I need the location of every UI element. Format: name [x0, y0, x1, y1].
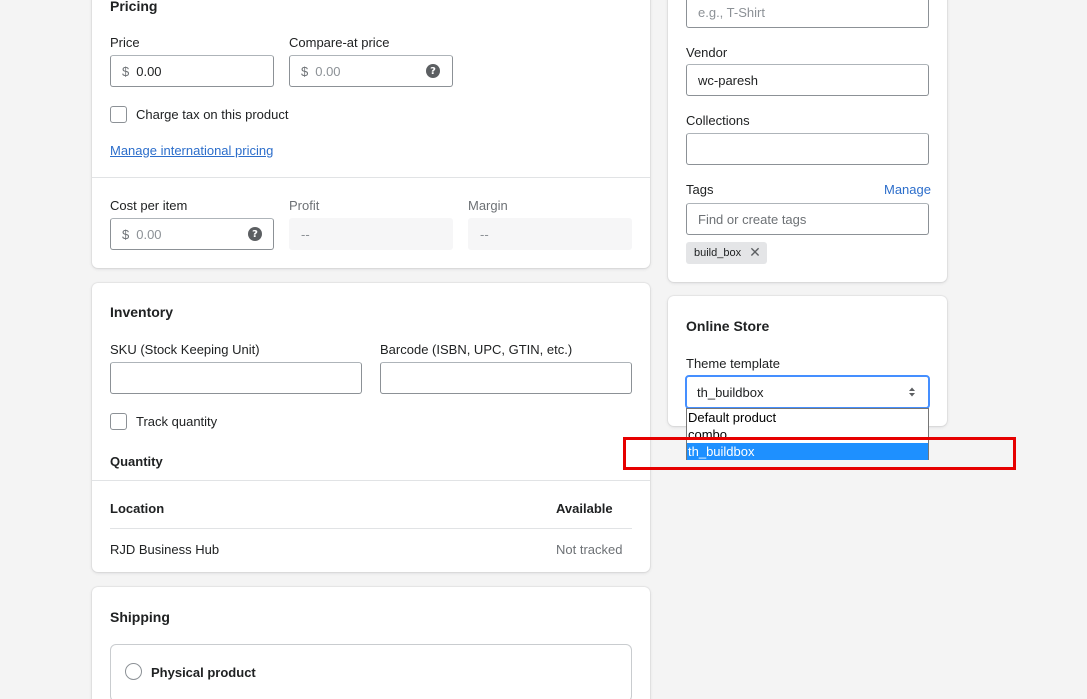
tag-label: build_box [694, 247, 742, 259]
vendor-input[interactable]: wc-paresh [686, 64, 929, 96]
product-type-input[interactable]: e.g., T-Shirt [686, 0, 929, 28]
compare-price-placeholder: 0.00 [315, 63, 341, 79]
highlight-annotation-box [623, 437, 1016, 470]
sku-input[interactable] [110, 362, 362, 394]
vendor-label: Vendor [686, 45, 728, 60]
shipping-title: Shipping [110, 609, 170, 625]
theme-template-label: Theme template [686, 356, 780, 371]
theme-template-select[interactable]: th_buildbox [685, 375, 930, 409]
quantity-title: Quantity [110, 454, 163, 469]
margin-value: -- [480, 226, 489, 242]
price-value: 0.00 [136, 63, 162, 79]
location-header: Location [110, 501, 165, 516]
physical-product-radio[interactable] [125, 663, 142, 680]
online-store-title: Online Store [686, 318, 770, 334]
profit-value: -- [301, 226, 310, 242]
tag-remove-icon[interactable]: ✕ [749, 245, 761, 261]
compare-price-currency: $ [301, 63, 309, 79]
select-arrows-icon [909, 387, 915, 397]
price-input[interactable]: $ 0.00 [110, 55, 274, 87]
location-available: Not tracked [556, 542, 623, 557]
compare-price-help-icon[interactable]: ? [426, 64, 440, 78]
pricing-divider [92, 177, 650, 178]
tag-chip: build_box ✕ [686, 242, 767, 264]
theme-option-default[interactable]: Default product [687, 409, 928, 426]
cost-placeholder: 0.00 [136, 226, 162, 242]
profit-field: -- [289, 218, 453, 250]
available-header: Available [556, 501, 613, 516]
compare-price-label: Compare-at price [289, 35, 390, 50]
tags-placeholder: Find or create tags [698, 211, 807, 227]
location-name: RJD Business Hub [110, 542, 220, 557]
tags-label: Tags [686, 182, 714, 197]
manage-international-pricing-link[interactable]: Manage international pricing [110, 143, 273, 158]
product-type-placeholder: e.g., T-Shirt [698, 4, 765, 20]
quantity-divider [92, 480, 650, 481]
margin-field: -- [468, 218, 632, 250]
price-label: Price [110, 35, 140, 50]
theme-template-selected: th_buildbox [697, 384, 764, 400]
sku-label: SKU (Stock Keeping Unit) [110, 342, 260, 357]
margin-label: Margin [468, 198, 508, 213]
vendor-value: wc-paresh [698, 72, 758, 88]
profit-label: Profit [289, 198, 320, 213]
pricing-title: Pricing [110, 0, 158, 14]
barcode-label: Barcode (ISBN, UPC, GTIN, etc.) [380, 342, 573, 357]
price-currency: $ [122, 63, 130, 79]
barcode-input[interactable] [380, 362, 632, 394]
physical-product-label: Physical product [151, 665, 256, 680]
charge-tax-checkbox[interactable] [110, 106, 127, 123]
tags-input[interactable]: Find or create tags [686, 203, 929, 235]
inventory-title: Inventory [110, 304, 174, 320]
location-row-divider [110, 528, 632, 529]
cost-currency: $ [122, 226, 130, 242]
charge-tax-label: Charge tax on this product [136, 107, 289, 122]
tags-manage-link[interactable]: Manage [884, 182, 931, 197]
collections-input[interactable] [686, 133, 929, 165]
cost-per-item-label: Cost per item [110, 198, 188, 213]
cost-help-icon[interactable]: ? [248, 227, 262, 241]
collections-label: Collections [686, 113, 750, 128]
track-quantity-checkbox[interactable] [110, 413, 127, 430]
track-quantity-label: Track quantity [136, 414, 218, 429]
